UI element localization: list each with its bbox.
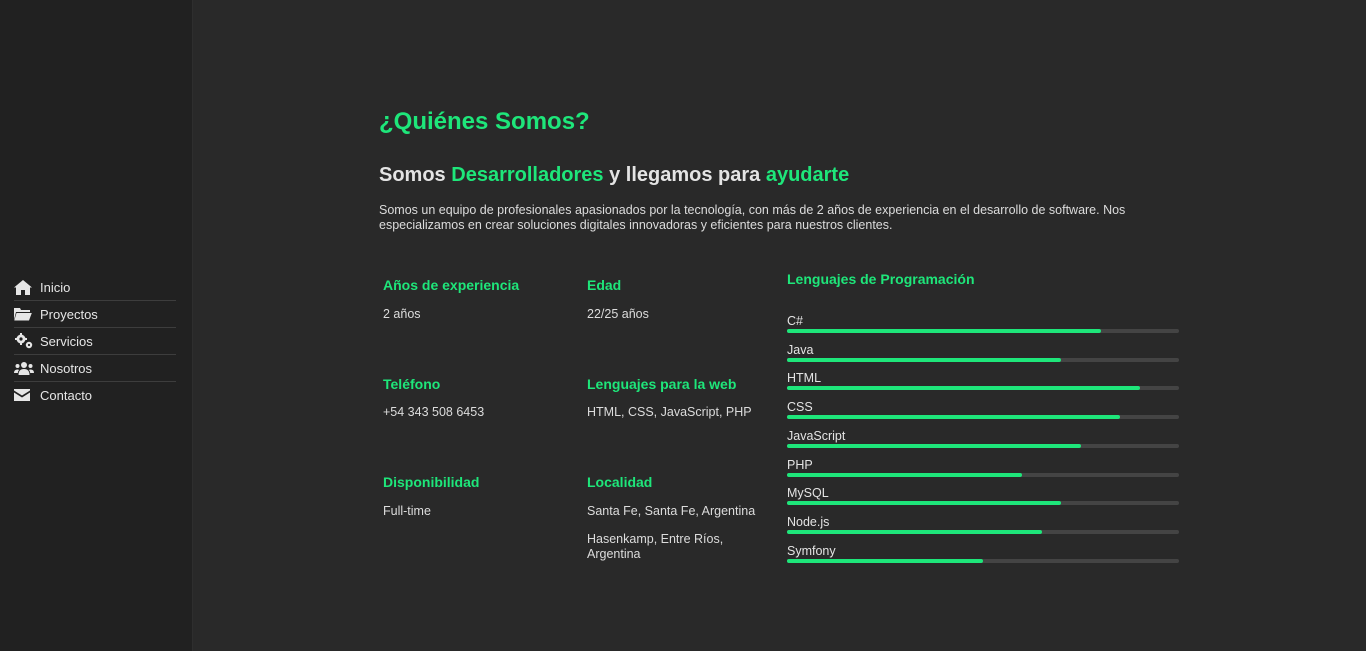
language-skill: CSS	[787, 400, 1179, 422]
skill-bar-fill	[787, 415, 1121, 420]
info-value: Hasenkamp, Entre Ríos, Argentina	[587, 532, 724, 561]
nav-label: Nosotros	[40, 360, 93, 376]
nav-label: Proyectos	[40, 306, 98, 322]
info-experience: Años de experiencia 2 años	[383, 277, 573, 322]
skill-bar-track	[787, 529, 1179, 534]
info-phone: Teléfono +54 343 508 6453	[383, 376, 573, 420]
envelope-icon	[14, 387, 34, 403]
language-skill: JavaScript	[787, 429, 1179, 451]
language-name: Java	[787, 342, 814, 357]
subtitle-text: Somos	[379, 164, 452, 186]
skill-bar-fill	[787, 443, 1081, 448]
info-value: Santa Fe, Santa Fe, Argentina	[587, 504, 756, 518]
folder-open-icon	[14, 306, 34, 322]
skill-bar-track	[787, 386, 1179, 391]
info-label: Teléfono	[383, 376, 441, 392]
nav-item-servicios[interactable]: Servicios	[14, 328, 176, 355]
nav-item-contacto[interactable]: Contacto	[14, 382, 176, 408]
language-name: Node.js	[787, 514, 830, 529]
info-age: Edad 22/25 años	[587, 277, 777, 322]
info-web-languages: Lenguajes para la web HTML, CSS, JavaScr…	[587, 376, 777, 420]
info-location: Localidad Santa Fe, Santa Fe, Argentina …	[587, 474, 767, 562]
page-title: ¿Quiénes Somos?	[379, 108, 590, 135]
skill-bar-fill	[787, 357, 1062, 362]
info-value: 22/25 años	[587, 307, 649, 321]
info-label: Años de experiencia	[383, 277, 520, 293]
skill-bar-fill	[787, 558, 983, 563]
info-value: Full-time	[383, 504, 431, 518]
nav-item-inicio[interactable]: Inicio	[14, 274, 176, 301]
language-name: C#	[787, 314, 803, 328]
language-name: HTML	[787, 371, 822, 386]
sidebar: Inicio Proyectos Servicios Nosotros Cont…	[0, 0, 193, 651]
sidebar-nav: Inicio Proyectos Servicios Nosotros Cont…	[14, 274, 176, 408]
info-label: Edad	[587, 277, 622, 293]
skill-bar-fill	[787, 386, 1140, 391]
skill-bar-fill	[787, 501, 1062, 506]
nav-label: Inicio	[40, 279, 71, 295]
gears-icon	[14, 333, 34, 349]
languages-title: Lenguajes de Programación	[787, 271, 975, 287]
subtitle-highlight: ayudarte	[765, 164, 850, 186]
nav-item-proyectos[interactable]: Proyectos	[14, 301, 176, 328]
nav-item-nosotros[interactable]: Nosotros	[14, 355, 176, 382]
info-label: Disponibilidad	[383, 474, 480, 490]
users-icon	[14, 360, 34, 376]
info-label: Localidad	[587, 474, 653, 490]
language-name: JavaScript	[787, 428, 846, 443]
info-value: +54 343 508 6453	[383, 405, 485, 419]
programming-languages: Lenguajes de Programación C# Java HTML CSS J…	[787, 271, 1179, 563]
language-skill: MySQL	[787, 486, 1179, 508]
skill-bar-fill	[787, 329, 1101, 333]
language-name: MySQL	[787, 486, 829, 501]
info-availability: Disponibilidad Full-time	[383, 474, 573, 519]
language-skill: PHP	[787, 458, 1179, 480]
section-subtitle: Somos Desarrolladores y llegamos para ay…	[379, 164, 849, 187]
skill-bar-track	[787, 558, 1179, 563]
language-name: CSS	[787, 400, 813, 415]
language-skill: Java	[787, 343, 1179, 365]
info-value: 2 años	[383, 307, 421, 321]
nav-label: Servicios	[40, 333, 93, 349]
info-label: Lenguajes para la web	[587, 376, 737, 392]
language-skill: Node.js	[787, 515, 1179, 537]
skill-bar-track	[787, 329, 1179, 333]
info-value: HTML, CSS, JavaScript, PHP	[587, 405, 752, 419]
language-skill: C#	[787, 314, 1179, 336]
skill-bar-track	[787, 443, 1179, 448]
skill-bar-track	[787, 501, 1179, 506]
language-skill: HTML	[787, 371, 1179, 393]
skill-bar-fill	[787, 472, 1023, 477]
subtitle-text: y llegamos para	[603, 164, 766, 186]
home-icon	[14, 279, 34, 295]
skill-bar-fill	[787, 529, 1042, 534]
nav-label: Contacto	[40, 387, 93, 403]
about-description: Somos un equipo de profesionales apasion…	[379, 203, 1126, 232]
subtitle-highlight: Desarrolladores	[451, 164, 604, 186]
language-skill: Symfony	[787, 544, 1179, 566]
skill-bar-track	[787, 357, 1179, 362]
skill-bar-track	[787, 415, 1179, 420]
skill-bar-track	[787, 472, 1179, 477]
language-name: PHP	[787, 457, 813, 472]
language-name: Symfony	[787, 543, 836, 558]
